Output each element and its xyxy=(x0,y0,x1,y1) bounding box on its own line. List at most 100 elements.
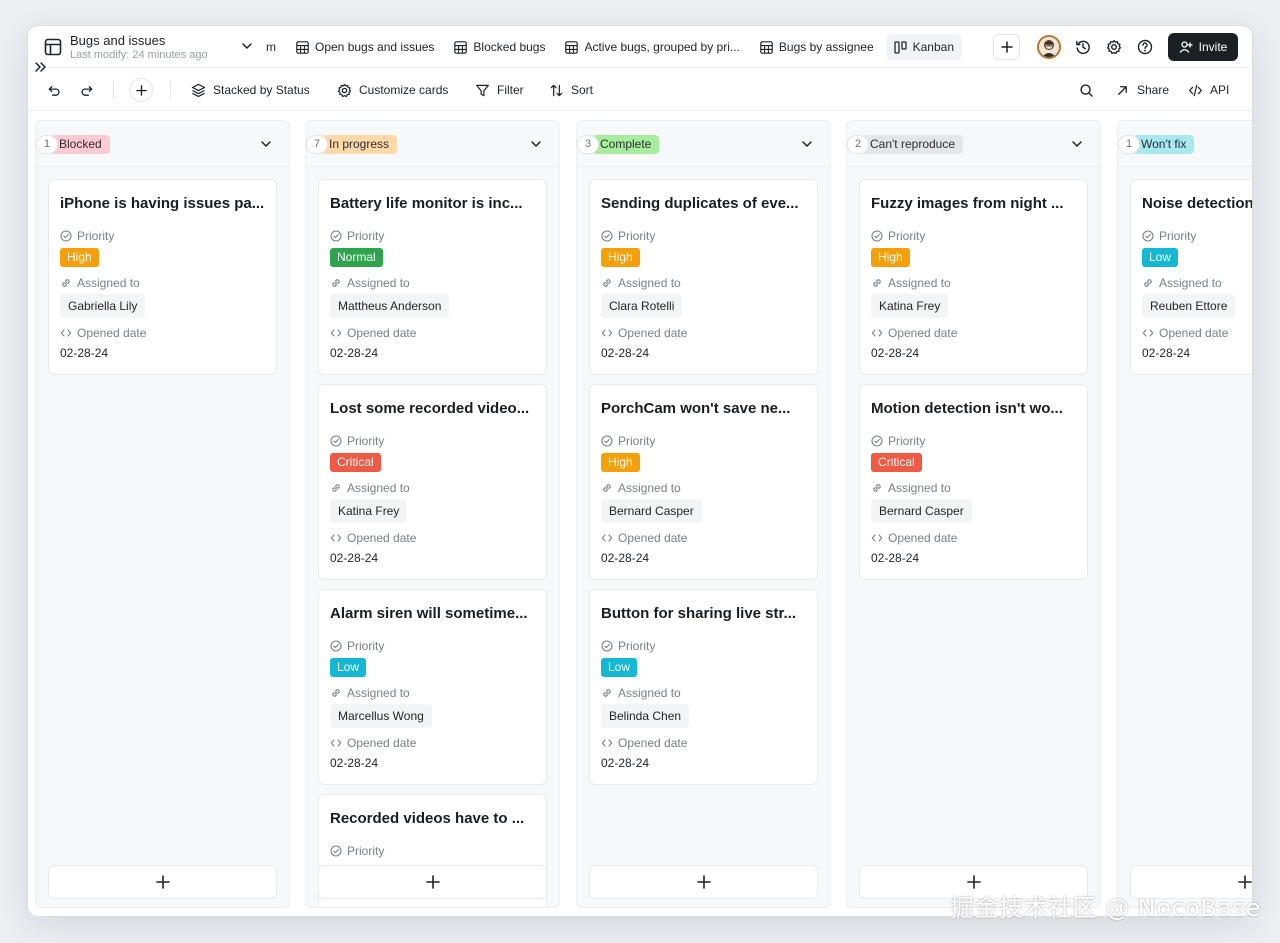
opened-date: 02-28-24 xyxy=(330,346,379,360)
plus-icon xyxy=(1000,41,1013,53)
tab-view[interactable]: Active bugs, grouped by pri... xyxy=(557,34,747,60)
kanban-card[interactable]: Button for sharing live str... Priority Lo… xyxy=(589,589,818,785)
redo-button[interactable] xyxy=(79,78,94,102)
avatar[interactable] xyxy=(1037,35,1061,59)
status-badge[interactable]: Won't fix xyxy=(1133,135,1195,154)
card-title: Sending duplicates of eve... xyxy=(601,195,799,212)
kanban-card[interactable]: Noise detection Priority Low Assigned to Reu… xyxy=(1130,179,1252,375)
priority-badge: High xyxy=(60,248,99,267)
assignee-chip: Bernard Casper xyxy=(601,499,702,523)
kanban-card[interactable]: Alarm siren will sometime... Priority Low A… xyxy=(318,589,547,785)
priority-icon xyxy=(871,435,883,447)
chevron-down-icon[interactable] xyxy=(240,39,254,53)
opened-label: Opened date xyxy=(1142,326,1228,340)
kanban-card[interactable]: Fuzzy images from night ... Priority High A… xyxy=(859,179,1088,375)
opened-label-text: Opened date xyxy=(347,531,417,545)
priority-icon xyxy=(601,435,613,447)
kanban-card[interactable]: Battery life monitor is inc... Priority No… xyxy=(318,179,547,375)
status-badge[interactable]: Can't reproduce xyxy=(862,135,964,154)
search-button[interactable] xyxy=(1079,78,1094,102)
base-title-block[interactable]: Bugs and issues Last modify: 24 minutes … xyxy=(70,34,208,62)
status-badge[interactable]: Complete xyxy=(592,135,660,154)
code-icon xyxy=(601,739,613,747)
tab-view[interactable]: Kanban xyxy=(885,34,962,60)
filter-button[interactable]: Filter xyxy=(475,78,524,102)
priority-icon xyxy=(871,230,883,242)
plus-icon xyxy=(155,875,170,889)
help-icon[interactable] xyxy=(1137,39,1153,55)
priority-label: Priority xyxy=(330,434,384,448)
gear-icon[interactable] xyxy=(1106,39,1122,55)
toolbar-divider xyxy=(170,81,171,99)
kanban-column: Can't reproduce 2 Fuzzy images from night … xyxy=(846,120,1101,908)
kanban-card[interactable]: Sending duplicates of eve... Priority High… xyxy=(589,179,818,375)
opened-date: 02-28-24 xyxy=(601,346,650,360)
code-icon xyxy=(1189,84,1202,96)
kanban-card[interactable]: Lost some recorded video... Priority Criti… xyxy=(318,384,547,580)
priority-icon xyxy=(330,845,342,857)
share-button[interactable]: Share xyxy=(1115,78,1169,102)
tab-label: Open bugs and issues xyxy=(315,40,435,54)
priority-icon xyxy=(601,230,613,242)
opened-label-text: Opened date xyxy=(888,531,958,545)
plus-icon xyxy=(696,875,711,889)
link-icon xyxy=(332,279,340,287)
code-icon xyxy=(330,739,342,747)
chevron-down-icon[interactable] xyxy=(259,137,273,151)
plus-icon xyxy=(966,875,981,889)
tab-label: Kanban xyxy=(912,40,954,54)
link-icon xyxy=(603,279,611,287)
add-card-button[interactable] xyxy=(318,865,547,899)
chevron-down-icon[interactable] xyxy=(529,137,543,151)
add-record-button[interactable] xyxy=(129,78,153,102)
customize-cards-button[interactable]: Customize cards xyxy=(337,78,448,102)
sort-button[interactable]: Sort xyxy=(549,78,593,102)
chevron-down-icon[interactable] xyxy=(800,137,814,151)
sort-icon xyxy=(550,84,563,96)
chevron-down-icon[interactable] xyxy=(1070,137,1084,151)
undo-button[interactable] xyxy=(47,78,62,102)
stacked-by-button[interactable]: Stacked by Status xyxy=(191,78,310,102)
column-header: Can't reproduce 2 xyxy=(847,121,1100,167)
opened-date: 02-28-24 xyxy=(601,551,650,565)
status-badge[interactable]: Blocked xyxy=(51,135,110,154)
priority-label-text: Priority xyxy=(1159,229,1197,243)
kanban-card[interactable]: iPhone is having issues pa... Priority Hig… xyxy=(48,179,277,375)
assignee-chip: Reuben Ettore xyxy=(1142,294,1236,318)
assigned-label: Assigned to xyxy=(601,481,681,495)
tab-view[interactable]: Open bugs and issues xyxy=(288,34,442,60)
priority-label-text: Priority xyxy=(888,434,926,448)
history-icon[interactable] xyxy=(1075,39,1091,55)
code-icon xyxy=(330,329,342,337)
invite-button[interactable]: Invite xyxy=(1168,33,1238,61)
toolbar-divider xyxy=(113,81,114,99)
toolbar: Stacked by Status Customize cards Filter… xyxy=(28,69,1252,111)
card-title: Button for sharing live str... xyxy=(601,605,797,622)
card-title: Lost some recorded video... xyxy=(330,400,530,417)
search-icon xyxy=(1080,83,1093,97)
priority-badge: Normal xyxy=(330,248,383,267)
assignee-chip: Gabriella Lily xyxy=(60,294,146,318)
api-button[interactable]: API xyxy=(1188,78,1229,102)
undo-icon xyxy=(48,85,60,96)
tab-view[interactable]: m xyxy=(266,34,284,60)
priority-label: Priority xyxy=(871,229,925,243)
share-icon xyxy=(1118,85,1127,95)
add-view-button[interactable] xyxy=(993,34,1020,60)
assigned-label: Assigned to xyxy=(601,686,681,700)
priority-label-text: Priority xyxy=(347,639,385,653)
link-icon xyxy=(1144,279,1152,287)
opened-label: Opened date xyxy=(601,326,687,340)
add-card-button[interactable] xyxy=(48,865,277,899)
priority-label-text: Priority xyxy=(888,229,926,243)
kanban-card[interactable]: Motion detection isn't wo... Priority Crit… xyxy=(859,384,1088,580)
kanban-icon xyxy=(893,40,907,54)
opened-label: Opened date xyxy=(330,531,416,545)
add-card-button[interactable] xyxy=(589,865,818,899)
code-icon xyxy=(60,329,72,337)
status-badge[interactable]: In progress xyxy=(321,135,398,154)
tab-view[interactable]: Blocked bugs xyxy=(446,34,553,60)
kanban-card[interactable]: PorchCam won't save ne... Priority High Ass… xyxy=(589,384,818,580)
tab-view[interactable]: Bugs by assignee xyxy=(752,34,882,60)
assigned-label: Assigned to xyxy=(330,686,410,700)
